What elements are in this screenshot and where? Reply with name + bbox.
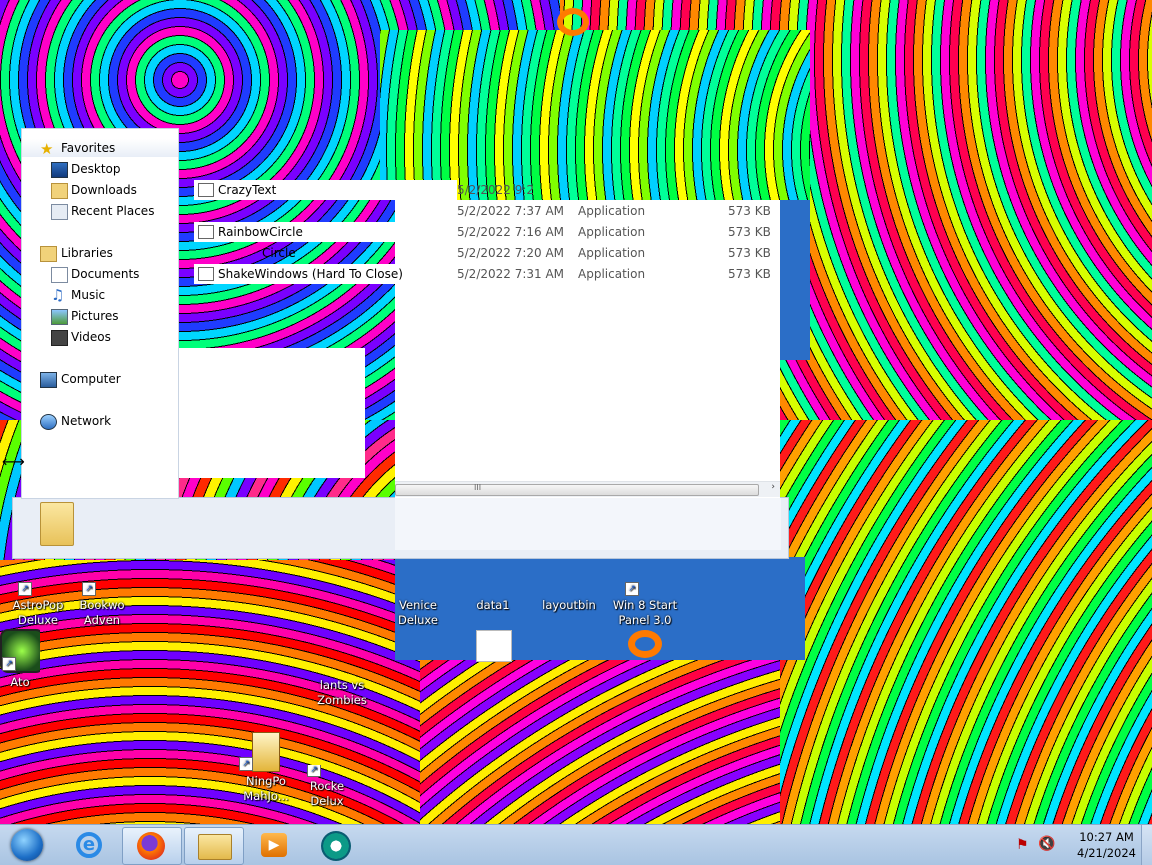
venice-icon (398, 556, 438, 596)
file-explorer-icon (198, 834, 232, 860)
taskbar: e ▶ ⚑ 🔇 10:27 AM 4/21/2024 (0, 824, 1152, 865)
taskbar-internet-explorer[interactable]: e (60, 827, 118, 863)
desktop-icon-ningpo-mahjong[interactable]: ↗ NingPo MahJo... (228, 732, 304, 804)
navigation-pane: ★ Favorites Desktop Downloads Recent Pla… (21, 128, 179, 499)
desktop-icon-data1[interactable]: data1 (455, 556, 531, 613)
win8-start-icon: ↗ (625, 556, 665, 596)
scrollbar-grip: III (474, 483, 482, 492)
taskbar-app[interactable] (308, 827, 366, 863)
application-icon (198, 267, 214, 281)
desktop-icon-layoutbin[interactable]: layoutbin (531, 556, 607, 613)
scrollbar-thumb[interactable]: III (395, 483, 759, 496)
file-icon (476, 630, 512, 662)
videos-icon (51, 330, 68, 346)
shortcut-arrow-icon: ↗ (82, 582, 96, 596)
recent-places-icon (51, 204, 68, 220)
wallpaper-art (420, 660, 780, 830)
documents-icon (51, 267, 68, 283)
clock-time: 10:27 AM (1079, 830, 1134, 844)
wallpaper-art (380, 30, 810, 200)
start-orb-icon (11, 829, 43, 861)
file-icon (473, 556, 513, 596)
folder-large-icon (40, 502, 74, 546)
desktop-background (780, 200, 810, 360)
taskbar-file-explorer[interactable] (184, 827, 244, 865)
pictures-icon (51, 309, 68, 325)
action-center-flag-icon[interactable]: ⚑ (1016, 837, 1029, 853)
radiation-icon: ↗ (0, 629, 40, 673)
taskbar-media-player[interactable]: ▶ (246, 827, 304, 863)
resize-cursor-icon: ⟷ (2, 452, 25, 471)
explorer-content-fragment (177, 348, 365, 478)
internet-explorer-icon: e (76, 832, 102, 858)
desktop-icon-rocket[interactable]: ↗ Rocke Delux (296, 765, 358, 809)
shortcut-arrow-icon: ↗ (18, 582, 32, 596)
taskbar-firefox[interactable] (122, 827, 182, 865)
clock[interactable]: 10:27 AM 4/21/2024 (1077, 829, 1136, 861)
clock-date: 4/21/2024 (1077, 846, 1136, 860)
shortcut-arrow-icon: ↗ (2, 657, 16, 671)
notification-area: ⚑ 🔇 10:27 AM 4/21/2024 (1012, 825, 1152, 865)
star-icon: ★ (40, 140, 54, 158)
desktop-icon-astropop[interactable]: ↗ AstroPop Deluxe (0, 556, 76, 628)
astropop-icon: ↗ (18, 556, 58, 596)
plants-vs-zombies-icon (322, 640, 362, 676)
desktop-icon-bookworm[interactable]: ↗ Bookwo Adven (72, 556, 132, 628)
desktop-icon-win8-start-panel[interactable]: ↗ Win 8 Start Panel 3.0 (607, 556, 683, 628)
scroll-right-arrow[interactable]: › (771, 482, 775, 492)
desktop-icon-venice[interactable]: Venice Deluxe (380, 556, 456, 628)
desktop-icon (51, 162, 68, 178)
origin-icon[interactable] (628, 630, 662, 658)
shortcut-arrow-icon: ↗ (307, 765, 321, 777)
file-icon (549, 556, 589, 596)
show-desktop-button[interactable] (1141, 825, 1152, 865)
bookworm-icon: ↗ (82, 556, 122, 596)
rocket-icon: ↗ (307, 765, 347, 777)
wallpaper-art (780, 420, 1152, 830)
horizontal-scrollbar[interactable]: III › (395, 481, 780, 497)
desktop-icon-plants-vs-zombies[interactable]: lants vs Zombies (304, 640, 380, 708)
application-icon (198, 183, 214, 197)
music-icon: ♫ (51, 286, 65, 304)
cursor-app-icon (321, 831, 351, 861)
media-player-icon: ▶ (261, 833, 287, 857)
start-button[interactable] (5, 827, 49, 863)
libraries-icon (40, 246, 57, 262)
speaker-muted-icon[interactable]: 🔇 (1038, 836, 1055, 852)
firefox-icon (137, 832, 165, 860)
details-pane (395, 498, 781, 550)
shortcut-arrow-icon: ↗ (625, 582, 639, 596)
application-icon (198, 225, 214, 239)
mahjong-icon: ↗ (239, 732, 280, 772)
shortcut-arrow-icon: ↗ (239, 757, 253, 771)
origin-icon[interactable] (557, 8, 589, 36)
downloads-folder-icon (51, 183, 68, 199)
network-icon (40, 414, 57, 430)
computer-icon (40, 372, 57, 388)
desktop-icon-ato[interactable]: ↗ Ato (0, 625, 40, 690)
